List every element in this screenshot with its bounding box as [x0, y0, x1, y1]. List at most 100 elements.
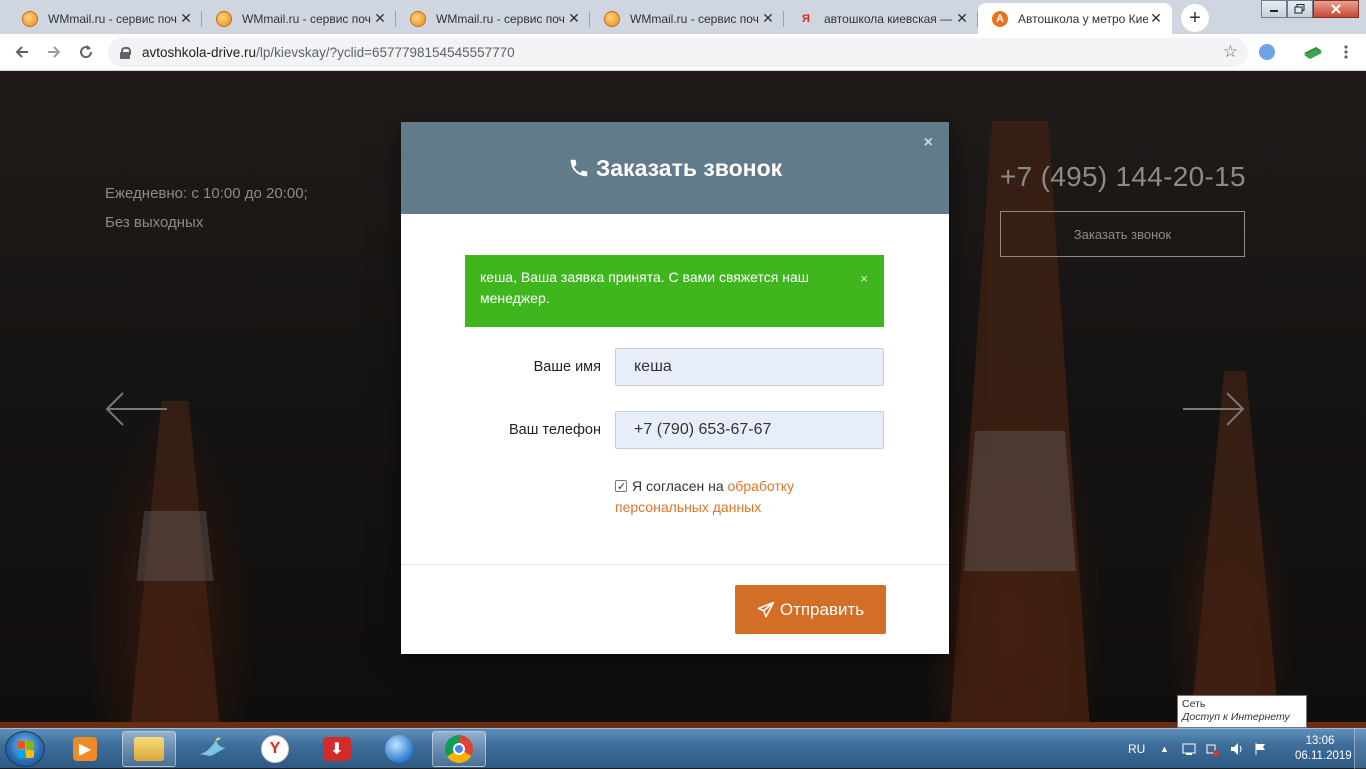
address-bar[interactable]: avtoshkola-drive.ru/lp/kievskay/?yclid=6… [108, 38, 1248, 67]
browser-tab[interactable]: Я автошкола киевская — ✕ [784, 3, 978, 34]
alert-close-icon[interactable]: × [860, 268, 868, 289]
taskbar-browser-globe[interactable] [372, 731, 426, 767]
close-tab-icon[interactable]: ✕ [1148, 10, 1164, 27]
slider-prev-arrow-icon[interactable] [105, 391, 169, 427]
close-tab-icon[interactable]: ✕ [954, 10, 970, 27]
name-input[interactable]: кеша [615, 348, 884, 386]
tab-title: WMmail.ru - сервис поч [630, 11, 759, 26]
tray-expand-icon[interactable]: ▲ [1160, 729, 1169, 769]
phone-input[interactable]: +7 (790) 653-67-67 [615, 411, 884, 449]
taskbar-yandex-browser[interactable]: Y [248, 731, 302, 767]
working-days: Без выходных [105, 214, 204, 231]
callback-modal: Заказать звонок × кеша, Ваша заявка прин… [401, 122, 949, 654]
yandex-icon: Я [802, 12, 810, 25]
tab-title: WMmail.ru - сервис поч [436, 11, 565, 26]
hummingbird-icon [200, 737, 226, 756]
back-button[interactable] [10, 40, 34, 64]
taskbar-media-player[interactable]: ▶ [58, 731, 112, 767]
modal-header: Заказать звонок × [401, 122, 949, 214]
modal-title: Заказать звонок [595, 154, 783, 181]
menu-button[interactable] [1334, 40, 1358, 64]
network-icon[interactable] [1205, 741, 1219, 757]
folder-icon [134, 737, 164, 761]
close-tab-icon[interactable]: ✕ [760, 10, 776, 27]
browser-toolbar: avtoshkola-drive.ru/lp/kievskay/?yclid=6… [0, 34, 1366, 71]
modal-footer-divider [401, 564, 949, 565]
tab-title: Автошкола у метро Кие [1018, 11, 1148, 26]
submit-label: Отправить [779, 599, 865, 619]
wmmail-icon [410, 10, 426, 27]
browser-tab-active[interactable]: A Автошкола у метро Кие ✕ [978, 3, 1172, 34]
wmmail-icon [22, 10, 38, 27]
phone-icon [570, 159, 588, 177]
restore-button[interactable] [1287, 0, 1313, 18]
close-icon [1331, 4, 1341, 14]
action-center-flag-icon[interactable] [1253, 741, 1267, 757]
yandex-browser-icon: Y [261, 735, 289, 763]
minimize-button[interactable] [1261, 0, 1287, 18]
browser-tab[interactable]: WMmail.ru - сервис поч ✕ [8, 3, 202, 34]
tab-strip: WMmail.ru - сервис поч ✕ WMmail.ru - сер… [0, 0, 1366, 34]
url-host: avtoshkola-drive.ru [142, 45, 257, 60]
arrow-right-icon [48, 46, 61, 58]
browser-tab[interactable]: WMmail.ru - сервис поч ✕ [396, 3, 590, 34]
tab-title: WMmail.ru - сервис поч [48, 11, 177, 26]
browser-tab[interactable]: WMmail.ru - сервис поч ✕ [202, 3, 396, 34]
close-tab-icon[interactable]: ✕ [372, 10, 388, 27]
volume-icon[interactable] [1229, 741, 1243, 757]
globe-icon [385, 735, 413, 763]
avtoshkola-icon: A [992, 10, 1008, 27]
url-path: /lp/kievskay/?yclid=6577798154545557770 [256, 45, 515, 60]
show-desktop-button[interactable] [1354, 729, 1366, 769]
clock-date: 06.11.2019 [1295, 750, 1352, 762]
callback-button[interactable]: Заказать звонок [1000, 211, 1245, 257]
arrow-left-icon [15, 46, 28, 58]
wmmail-icon [604, 10, 620, 27]
windows-taskbar: ▶ Y ⬇ RU ▲ 13:06 06.11.2019 [0, 728, 1366, 769]
reload-icon [80, 45, 93, 59]
extension-compass-icon[interactable] [1258, 43, 1276, 61]
bookmark-star-icon[interactable]: ☆ [1223, 42, 1238, 62]
slider-next-arrow-icon[interactable] [1181, 391, 1245, 427]
header-phone[interactable]: +7 (495) 144-20-15 [1000, 161, 1246, 193]
modal-close-icon[interactable]: × [924, 134, 933, 152]
taskbar-chrome[interactable] [432, 731, 486, 767]
media-player-icon: ▶ [73, 737, 97, 761]
close-tab-icon[interactable]: ✕ [566, 10, 582, 27]
working-hours: Ежедневно: с 10:00 до 20:00; [105, 185, 308, 202]
clock-time: 13:06 [1305, 735, 1335, 747]
language-indicator[interactable]: RU [1128, 729, 1145, 769]
phone-label: Ваш телефон [509, 422, 601, 438]
minimize-icon [1270, 10, 1278, 12]
consent-block: Я согласен на обработку персональных дан… [615, 476, 855, 518]
kebab-menu-icon [1344, 45, 1348, 59]
forward-button[interactable] [42, 40, 66, 64]
system-clock[interactable]: 13:06 06.11.2019 [1295, 734, 1352, 764]
tooltip-title: Сеть [1182, 698, 1206, 710]
alert-message: кеша, Ваша заявка принята. С вами свяжет… [480, 269, 809, 306]
restore-icon [1294, 4, 1305, 14]
consent-checkbox[interactable] [615, 477, 627, 498]
extension-money-icon[interactable] [1302, 43, 1324, 61]
wmmail-icon [216, 10, 232, 27]
close-tab-icon[interactable]: ✕ [178, 10, 194, 27]
lock-icon [120, 46, 131, 59]
taskbar-explorer[interactable] [122, 731, 176, 767]
chrome-icon [445, 735, 473, 763]
tab-title: автошкола киевская — [824, 11, 953, 26]
paper-plane-icon [757, 601, 775, 617]
taskbar-download-manager[interactable]: ⬇ [310, 731, 364, 767]
start-button[interactable] [5, 731, 45, 767]
new-tab-button[interactable]: + [1181, 4, 1209, 32]
taskbar-bird-app[interactable] [186, 731, 240, 767]
reload-button[interactable] [74, 40, 98, 64]
tray-device-icon[interactable] [1182, 742, 1196, 756]
download-icon: ⬇ [323, 737, 351, 761]
close-window-button[interactable] [1313, 0, 1359, 18]
tab-title: WMmail.ru - сервис поч [242, 11, 371, 26]
browser-tab[interactable]: WMmail.ru - сервис поч ✕ [590, 3, 784, 34]
submit-button[interactable]: Отправить [735, 585, 886, 634]
name-label: Ваше имя [533, 359, 601, 375]
network-tooltip: Сеть Доступ к Интернету [1177, 695, 1307, 728]
chrome-center-icon [453, 743, 465, 755]
